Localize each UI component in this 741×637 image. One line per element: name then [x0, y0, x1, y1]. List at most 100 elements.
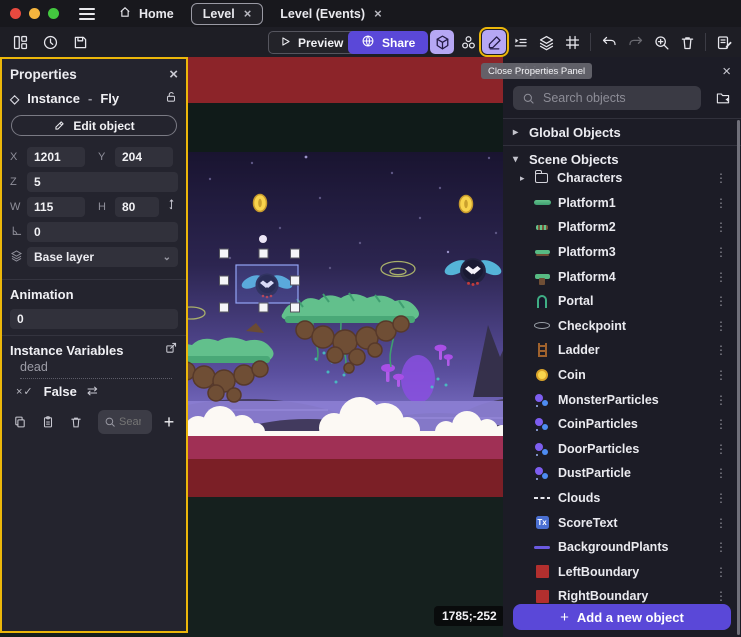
undo-icon[interactable] — [597, 30, 621, 54]
open-variables-editor-icon[interactable] — [164, 341, 178, 360]
object-item-scoretext[interactable]: TxScoreText⋮ — [503, 510, 737, 535]
unlock-icon[interactable] — [164, 90, 178, 107]
object-item-platform4[interactable]: Platform4⋮ — [503, 264, 737, 289]
object-label: MonsterParticles — [558, 393, 659, 407]
edit-object-button[interactable]: Edit object — [11, 115, 177, 136]
y-label: Y — [98, 151, 110, 163]
p1-thumbnail — [533, 195, 551, 211]
variable-name[interactable]: dead — [20, 360, 172, 379]
window-minimize-button[interactable] — [29, 8, 40, 19]
object-menu-icon[interactable]: ⋮ — [711, 343, 731, 357]
events-sheet-icon[interactable] — [712, 30, 736, 54]
object-menu-icon[interactable]: ⋮ — [711, 171, 731, 185]
object-menu-icon[interactable]: ⋮ — [711, 245, 731, 259]
tab-home[interactable]: Home — [107, 3, 185, 25]
height-input[interactable] — [115, 197, 159, 217]
instances-list-icon[interactable] — [508, 30, 532, 54]
window-zoom-button[interactable] — [48, 8, 59, 19]
home-icon — [118, 5, 132, 22]
variable-value[interactable]: False — [44, 384, 77, 399]
object-item-dustparticle[interactable]: DustParticle⋮ — [503, 461, 737, 486]
object-item-platform3[interactable]: Platform3⋮ — [503, 240, 737, 265]
objects-close-icon[interactable]: × — [722, 63, 731, 80]
object-menu-icon[interactable]: ⋮ — [711, 589, 731, 603]
variable-value-row: ×✓ False ⇄ — [16, 383, 98, 399]
object-item-monsterparticles[interactable]: MonsterParticles ⋮ — [503, 387, 737, 412]
layers-panel-icon[interactable] — [534, 30, 558, 54]
add-new-object-button[interactable]: + Add a new object — [513, 604, 731, 630]
triangle-right-icon[interactable]: ▸ — [520, 173, 532, 184]
z-input[interactable] — [27, 172, 178, 192]
properties-panel-icon[interactable] — [482, 30, 506, 54]
window-close-button[interactable] — [10, 8, 21, 19]
delete-variable-icon[interactable] — [64, 410, 88, 434]
object-menu-icon[interactable]: ⋮ — [711, 417, 731, 431]
object-label: RightBoundary — [558, 589, 648, 603]
object-menu-icon[interactable]: ⋮ — [711, 466, 731, 480]
share-button[interactable]: Share — [348, 31, 428, 54]
object-item-coinparticles[interactable]: CoinParticles⋮ — [503, 412, 737, 437]
instance-separator: - — [88, 91, 92, 106]
grid-icon[interactable] — [560, 30, 584, 54]
tab-level-events[interactable]: Level (Events)× — [269, 3, 392, 25]
angle-input[interactable] — [27, 222, 178, 242]
object-item-coin[interactable]: Coin⋮ — [503, 363, 737, 388]
instance-variables-title: Instance Variables — [10, 343, 123, 358]
main-menu-icon[interactable] — [79, 8, 95, 20]
objects-panel-icon[interactable] — [430, 30, 454, 54]
object-menu-icon[interactable]: ⋮ — [711, 196, 731, 210]
global-objects-group[interactable]: ▸ Global Objects — [513, 122, 733, 142]
object-menu-icon[interactable]: ⋮ — [711, 442, 731, 456]
add-folder-icon[interactable] — [712, 87, 734, 109]
save-icon[interactable] — [68, 30, 92, 54]
object-item-portal[interactable]: Portal⋮ — [503, 289, 737, 314]
object-menu-icon[interactable]: ⋮ — [711, 491, 731, 505]
object-menu-icon[interactable]: ⋮ — [711, 368, 731, 382]
object-menu-icon[interactable]: ⋮ — [711, 516, 731, 530]
object-item-checkpoint[interactable]: Checkpoint⋮ — [503, 314, 737, 339]
object-menu-icon[interactable]: ⋮ — [711, 393, 731, 407]
y-input[interactable] — [115, 147, 173, 167]
width-input[interactable] — [27, 197, 85, 217]
object-menu-icon[interactable]: ⋮ — [711, 540, 731, 554]
tab-level[interactable]: Level× — [191, 3, 264, 25]
delete-icon[interactable] — [675, 30, 699, 54]
object-item-ladder[interactable]: Ladder⋮ — [503, 338, 737, 363]
objects-search-field[interactable] — [513, 86, 701, 110]
history-icon[interactable] — [38, 30, 62, 54]
behaviors-icon[interactable] — [456, 30, 480, 54]
variables-search-input[interactable] — [119, 416, 141, 428]
object-item-doorparticles[interactable]: DoorParticles⋮ — [503, 437, 737, 462]
layer-select[interactable]: Base layer ⌄ — [27, 247, 178, 267]
window-controls — [0, 8, 71, 19]
layer-icon — [10, 249, 22, 265]
animation-input[interactable] — [10, 309, 178, 329]
object-item-backgroundplants[interactable]: BackgroundPlants⋮ — [503, 535, 737, 560]
objects-search-input[interactable] — [543, 91, 704, 105]
object-menu-icon[interactable]: ⋮ — [711, 294, 731, 308]
object-menu-icon[interactable]: ⋮ — [711, 565, 731, 579]
scene-objects-label: Scene Objects — [529, 152, 619, 167]
object-menu-icon[interactable]: ⋮ — [711, 319, 731, 333]
toggle-variable-icon[interactable]: ⇄ — [87, 383, 98, 399]
object-item-characters[interactable]: ▸Characters⋮ — [503, 166, 737, 191]
object-menu-icon[interactable]: ⋮ — [711, 220, 731, 234]
x-input[interactable] — [27, 147, 85, 167]
copy-icon[interactable] — [8, 410, 32, 434]
object-item-leftboundary[interactable]: LeftBoundary⋮ — [503, 560, 737, 585]
tooltip: Close Properties Panel — [481, 63, 592, 79]
object-item-platform1[interactable]: Platform1⋮ — [503, 191, 737, 216]
panels-icon[interactable] — [8, 30, 32, 54]
add-variable-icon[interactable]: + — [158, 412, 180, 433]
zoom-in-icon[interactable] — [649, 30, 673, 54]
properties-close-icon[interactable]: × — [169, 66, 178, 83]
lock-aspect-ratio-icon[interactable] — [165, 198, 178, 216]
paste-icon[interactable] — [36, 410, 60, 434]
object-item-clouds[interactable]: Clouds⋮ — [503, 486, 737, 511]
variables-search-field[interactable] — [98, 410, 152, 434]
objects-scrollbar[interactable] — [737, 120, 740, 635]
tab-close-icon[interactable]: × — [374, 7, 382, 20]
object-item-platform2[interactable]: Platform2⋮ — [503, 215, 737, 240]
tab-close-icon[interactable]: × — [244, 7, 252, 20]
object-menu-icon[interactable]: ⋮ — [711, 270, 731, 284]
